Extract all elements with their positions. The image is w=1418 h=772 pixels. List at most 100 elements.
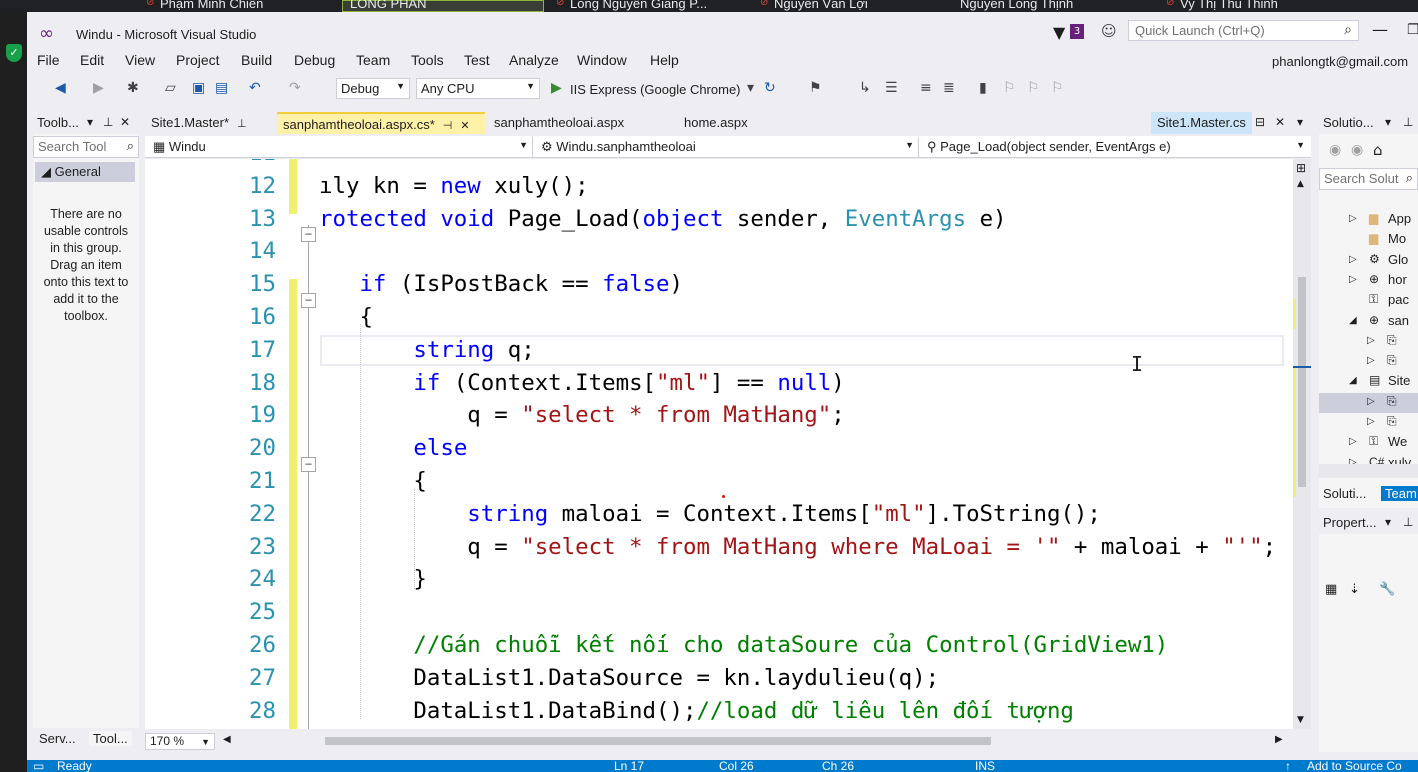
- previous-bookmark-icon[interactable]: ⚐: [1003, 80, 1016, 96]
- comment-icon[interactable]: ≡: [920, 80, 932, 96]
- tab-site1-master[interactable]: Site1.Master* ⊥: [145, 112, 253, 134]
- close-icon[interactable]: ✕: [120, 115, 130, 129]
- tab-site1-master-cs[interactable]: Site1.Master.cs: [1151, 112, 1252, 134]
- solution-configuration-select[interactable]: Debug ▼: [336, 78, 410, 99]
- collapsed-arrow-icon[interactable]: ▷: [1367, 416, 1375, 427]
- step-into-icon[interactable]: ↳: [859, 80, 871, 96]
- menu-view[interactable]: View: [125, 52, 155, 68]
- pin-icon[interactable]: ⊥: [1403, 515, 1413, 529]
- next-bookmark-icon[interactable]: ⚐: [1027, 80, 1040, 96]
- pin-icon[interactable]: ⊥: [237, 118, 247, 130]
- menu-test[interactable]: Test: [464, 52, 490, 68]
- tab-list-chevron-icon[interactable]: ▾: [1297, 115, 1303, 129]
- code-line[interactable]: 20 else: [145, 432, 1293, 465]
- collapsed-arrow-icon[interactable]: ▷: [1367, 335, 1375, 346]
- split-window-icon[interactable]: ⊞: [1296, 161, 1306, 175]
- back-icon[interactable]: ◉: [1329, 142, 1341, 158]
- start-debugging-icon[interactable]: ▶: [551, 80, 562, 96]
- open-file-icon[interactable]: ▱: [165, 80, 176, 96]
- menu-help[interactable]: Help: [650, 52, 679, 68]
- member-dropdown[interactable]: ⚲ Page_Load(object sender, EventArgs e) ▼: [921, 137, 1309, 157]
- code-line[interactable]: 23 q = "select * from MatHang where MaLo…: [145, 531, 1293, 564]
- clear-bookmarks-icon[interactable]: ⚐: [1051, 80, 1064, 96]
- code-line[interactable]: 11: [145, 159, 1293, 170]
- expanded-arrow-icon[interactable]: ◢: [1349, 375, 1357, 386]
- code-text-area[interactable]: − − − I 1112ıly kn = new xuly();13rotect…: [145, 159, 1293, 729]
- tab-sanphamtheoloai-aspx[interactable]: sanphamtheoloai.aspx: [488, 112, 630, 134]
- format-icon[interactable]: ☰: [885, 80, 898, 96]
- property-pages-icon[interactable]: 🔧: [1379, 582, 1395, 597]
- categorized-icon[interactable]: ▦: [1325, 582, 1337, 597]
- tab-home-aspx[interactable]: home.aspx: [678, 112, 754, 134]
- collapsed-arrow-icon[interactable]: ▷: [1349, 254, 1357, 265]
- solution-tree-item[interactable]: ▷ ⎘: [1319, 392, 1418, 413]
- shield-icon[interactable]: ✓: [6, 44, 22, 62]
- code-line[interactable]: 13 rotected void Page_Load(object sender,…: [145, 203, 1293, 236]
- solution-horizontal-scrollbar[interactable]: [1319, 464, 1418, 478]
- notifications-filter-icon[interactable]: ▼: [1053, 23, 1065, 42]
- project-dropdown[interactable]: ▦ Windu ▼: [147, 137, 533, 157]
- scroll-thumb[interactable]: [1298, 277, 1306, 487]
- code-line[interactable]: 18 if (Context.Items["ml"] == null): [145, 367, 1293, 400]
- code-line[interactable]: 19 q = "select * from MatHang";: [145, 399, 1293, 432]
- pane-menu-chevron-icon[interactable]: ▾: [1385, 515, 1391, 529]
- pane-menu-chevron-icon[interactable]: ▾: [87, 115, 93, 129]
- type-dropdown[interactable]: ⚙ Windu.sanphamtheoloai ▼: [535, 137, 919, 157]
- collapsed-arrow-icon[interactable]: ▷: [1349, 213, 1357, 224]
- save-all-icon[interactable]: ▤: [215, 80, 228, 96]
- home-icon[interactable]: ⌂: [1373, 141, 1383, 159]
- code-line[interactable]: 21 {: [145, 465, 1293, 498]
- notification-count-badge[interactable]: 3: [1070, 24, 1084, 39]
- properties-title[interactable]: Propert...: [1323, 515, 1376, 530]
- zoom-level-select[interactable]: 170 % ▼: [145, 733, 215, 750]
- tab-sanphamtheoloai-cs[interactable]: sanphamtheoloai.aspx.cs* ⊣ ✕: [277, 112, 485, 134]
- menu-debug[interactable]: Debug: [294, 52, 335, 68]
- horizontal-scroll-thumb[interactable]: [325, 737, 991, 745]
- scroll-down-icon[interactable]: ▼: [1297, 715, 1304, 725]
- code-line[interactable]: 22 string maloai = Context.Items["ml"].T…: [145, 498, 1293, 531]
- solution-platform-select[interactable]: Any CPU ▼: [416, 78, 540, 99]
- close-icon[interactable]: ✕: [460, 120, 469, 132]
- toolbox-title[interactable]: Toolb...: [37, 115, 79, 130]
- collapsed-arrow-icon[interactable]: ▷: [1349, 274, 1357, 285]
- tab-server-explorer[interactable]: Serv...: [39, 731, 76, 746]
- collapsed-arrow-icon[interactable]: ▷: [1367, 396, 1375, 407]
- menu-edit[interactable]: Edit: [80, 52, 104, 68]
- navigate-forward-icon[interactable]: ▶: [93, 80, 104, 96]
- code-line[interactable]: 12 ıly kn = new xuly();: [145, 170, 1293, 203]
- solution-explorer-title[interactable]: Solutio...: [1323, 115, 1374, 130]
- account-name[interactable]: phanlongtk@gmail.com: [1272, 54, 1408, 69]
- code-line[interactable]: 24 }: [145, 563, 1293, 596]
- scroll-right-icon[interactable]: ▶: [1275, 734, 1283, 745]
- alphabetical-icon[interactable]: ⇣: [1349, 582, 1360, 597]
- editor-vertical-scrollbar[interactable]: ⊞ ▲ ▼: [1293, 159, 1311, 729]
- menu-tools[interactable]: Tools: [411, 52, 444, 68]
- run-target-dropdown-icon[interactable]: ▾: [747, 80, 754, 96]
- navigate-back-icon[interactable]: ◀: [55, 80, 66, 96]
- collapsed-arrow-icon[interactable]: ▷: [1349, 436, 1357, 447]
- tab-team-explorer[interactable]: Team...: [1381, 486, 1418, 501]
- redo-icon[interactable]: ↷: [289, 80, 301, 96]
- menu-team[interactable]: Team: [356, 52, 390, 68]
- pin-icon[interactable]: ⊣: [443, 120, 453, 132]
- new-project-icon[interactable]: ✱: [127, 80, 139, 96]
- menu-file[interactable]: File: [37, 52, 60, 68]
- add-to-source-control-button[interactable]: Add to Source Co: [1307, 760, 1402, 772]
- toolbox-group-general[interactable]: ◢ General: [35, 162, 135, 182]
- forward-icon[interactable]: ◉: [1351, 142, 1363, 158]
- scroll-up-icon[interactable]: ▲: [1297, 179, 1304, 189]
- code-line[interactable]: 15 if (IsPostBack == false): [145, 268, 1293, 301]
- solution-search-input[interactable]: Search Solut ⌕: [1319, 168, 1418, 190]
- code-line[interactable]: 17 string q;: [145, 334, 1293, 367]
- code-line[interactable]: 14: [145, 235, 1293, 268]
- code-line[interactable]: 28 DataList1.DataBind();//load dữ liêu l…: [145, 695, 1293, 728]
- uncomment-icon[interactable]: ≣: [943, 80, 955, 96]
- scroll-left-icon[interactable]: ◀: [223, 734, 231, 745]
- expanded-arrow-icon[interactable]: ◢: [1349, 315, 1357, 326]
- tab-solution-explorer[interactable]: Soluti...: [1323, 486, 1366, 501]
- code-line[interactable]: 16 {: [145, 301, 1293, 334]
- toolbox-search-input[interactable]: Search Tool ⌕: [33, 136, 139, 158]
- pin-icon[interactable]: ⊥: [1403, 115, 1413, 129]
- undo-icon[interactable]: ↶: [249, 80, 261, 96]
- menu-analyze[interactable]: Analyze: [509, 52, 559, 68]
